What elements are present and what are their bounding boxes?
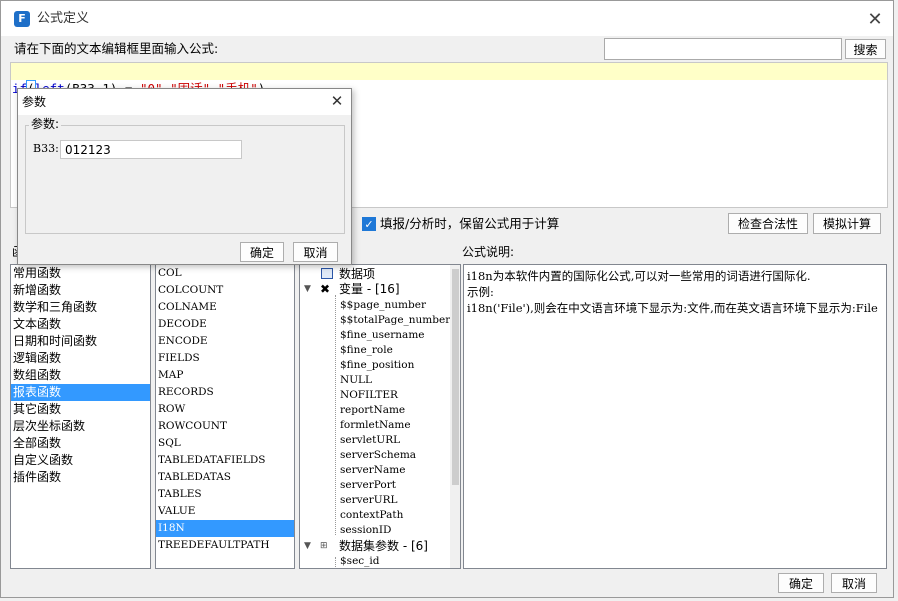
- cancel-button[interactable]: 取消: [831, 573, 877, 593]
- variable-item[interactable]: serverURL: [340, 493, 398, 508]
- close-icon[interactable]: ✕: [864, 9, 886, 31]
- category-list[interactable]: 常用函数 新增函数 数学和三角函数 文本函数 日期和时间函数 逻辑函数 数组函数 报表函数 其它…: [10, 264, 151, 569]
- function-item[interactable]: I18N: [156, 520, 294, 537]
- tree-connector: [335, 295, 336, 535]
- check-validity-button[interactable]: 检查合法性: [728, 213, 808, 234]
- category-item[interactable]: 逻辑函数: [11, 350, 150, 367]
- function-item[interactable]: DECODE: [156, 316, 294, 333]
- window-title: 公式定义: [37, 11, 90, 26]
- search-input[interactable]: [604, 38, 842, 60]
- variable-item[interactable]: servletURL: [340, 433, 400, 448]
- dataset-param-item[interactable]: $sec_id: [340, 554, 380, 568]
- function-list[interactable]: COL COLCOUNT COLNAME DECODE ENCODE FIELDS MAP R…: [155, 264, 295, 569]
- function-item[interactable]: ENCODE: [156, 333, 294, 350]
- category-item[interactable]: 日期和时间函数: [11, 333, 150, 350]
- variable-item[interactable]: contextPath: [340, 508, 403, 523]
- variable-item[interactable]: $fine_role: [340, 343, 393, 358]
- description-header: 公式说明:: [462, 245, 515, 259]
- category-item[interactable]: 常用函数: [11, 265, 150, 282]
- function-item[interactable]: ROWCOUNT: [156, 418, 294, 435]
- param-ok-button[interactable]: 确定: [240, 242, 284, 262]
- tree-connector: [335, 557, 336, 568]
- app-icon: F: [14, 11, 30, 27]
- tree-scrollbar-thumb[interactable]: [452, 269, 459, 485]
- editor-prompt: 请在下面的文本编辑框里面输入公式:: [14, 41, 219, 56]
- title-bar: [1, 1, 893, 36]
- variable-item[interactable]: $$totalPage_number: [340, 313, 450, 328]
- function-item[interactable]: TABLEDATAFIELDS: [156, 452, 294, 469]
- description-line: i18n为本软件内置的国际化公式,可以对一些常用的词语进行国际化.: [467, 269, 811, 283]
- variable-item[interactable]: serverName: [340, 463, 405, 478]
- chevron-down-icon[interactable]: ▼: [304, 539, 311, 554]
- variable-icon: ✖: [320, 282, 331, 296]
- function-item[interactable]: COL: [156, 265, 294, 282]
- search-button[interactable]: 搜索: [845, 39, 886, 59]
- variable-item[interactable]: $$page_number: [340, 298, 426, 313]
- formula-text: if(left(B33,1) = "0","固话","手机"): [12, 63, 265, 97]
- category-item[interactable]: 层次坐标函数: [11, 418, 150, 435]
- function-item[interactable]: VALUE: [156, 503, 294, 520]
- param-cancel-button[interactable]: 取消: [293, 242, 338, 262]
- variable-item[interactable]: $fine_username: [340, 328, 425, 343]
- variable-item[interactable]: formletName: [340, 418, 411, 433]
- function-item[interactable]: COLNAME: [156, 299, 294, 316]
- category-item[interactable]: 插件函数: [11, 469, 150, 486]
- table-icon: [321, 268, 333, 279]
- category-item[interactable]: 其它函数: [11, 401, 150, 418]
- tree-root-label[interactable]: 数据项: [339, 267, 375, 282]
- description-line: 示例:: [467, 285, 494, 299]
- function-item[interactable]: MAP: [156, 367, 294, 384]
- description-line: i18n('File'),则会在中文语言环境下显示为:文件,而在英文语言环境下显…: [467, 301, 878, 315]
- function-item[interactable]: RECORDS: [156, 384, 294, 401]
- category-item[interactable]: 新增函数: [11, 282, 150, 299]
- param-group-label: 参数:: [29, 117, 62, 131]
- variable-item[interactable]: reportName: [340, 403, 405, 418]
- ok-button[interactable]: 确定: [778, 573, 824, 593]
- category-item[interactable]: 文本函数: [11, 316, 150, 333]
- description-panel: i18n为本软件内置的国际化公式,可以对一些常用的词语进行国际化. 示例: i1…: [463, 264, 887, 569]
- function-item[interactable]: TABLEDATAS: [156, 469, 294, 486]
- keep-formula-label: 填报/分析时，保留公式用于计算: [380, 216, 560, 231]
- chevron-down-icon[interactable]: ▼: [304, 282, 311, 297]
- function-item[interactable]: COLCOUNT: [156, 282, 294, 299]
- variable-item[interactable]: serverSchema: [340, 448, 416, 463]
- close-icon[interactable]: ✕: [327, 91, 347, 111]
- function-item[interactable]: FIELDS: [156, 350, 294, 367]
- category-item[interactable]: 数学和三角函数: [11, 299, 150, 316]
- function-item[interactable]: TABLES: [156, 486, 294, 503]
- variable-tree[interactable]: 数据项 ▼ ✖ 变量 - [16] $$page_number $$totalPa…: [299, 264, 461, 569]
- category-item[interactable]: 数组函数: [11, 367, 150, 384]
- variables-label[interactable]: 变量 - [16]: [339, 282, 400, 297]
- dataset-label[interactable]: 数据集参数 - [6]: [339, 539, 428, 554]
- function-item[interactable]: ROW: [156, 401, 294, 418]
- variable-item[interactable]: $fine_position: [340, 358, 414, 373]
- function-item[interactable]: SQL: [156, 435, 294, 452]
- param-dialog-title: 参数: [22, 95, 47, 109]
- dataset-icon: ⊞: [320, 541, 328, 551]
- param-dialog-titlebar: [18, 89, 351, 115]
- variable-item[interactable]: sessionID: [340, 523, 391, 538]
- variable-item[interactable]: NULL: [340, 373, 372, 388]
- simulate-button[interactable]: 模拟计算: [813, 213, 881, 234]
- category-item[interactable]: 报表函数: [11, 384, 150, 401]
- param-b33-input[interactable]: [60, 140, 242, 159]
- keep-formula-checkbox[interactable]: ✓: [362, 217, 376, 231]
- param-field-label: B33:: [33, 142, 59, 155]
- function-item[interactable]: TREEDEFAULTPATH: [156, 537, 294, 554]
- category-item[interactable]: 自定义函数: [11, 452, 150, 469]
- variable-item[interactable]: serverPort: [340, 478, 396, 493]
- category-item[interactable]: 全部函数: [11, 435, 150, 452]
- variable-item[interactable]: NOFILTER: [340, 388, 398, 403]
